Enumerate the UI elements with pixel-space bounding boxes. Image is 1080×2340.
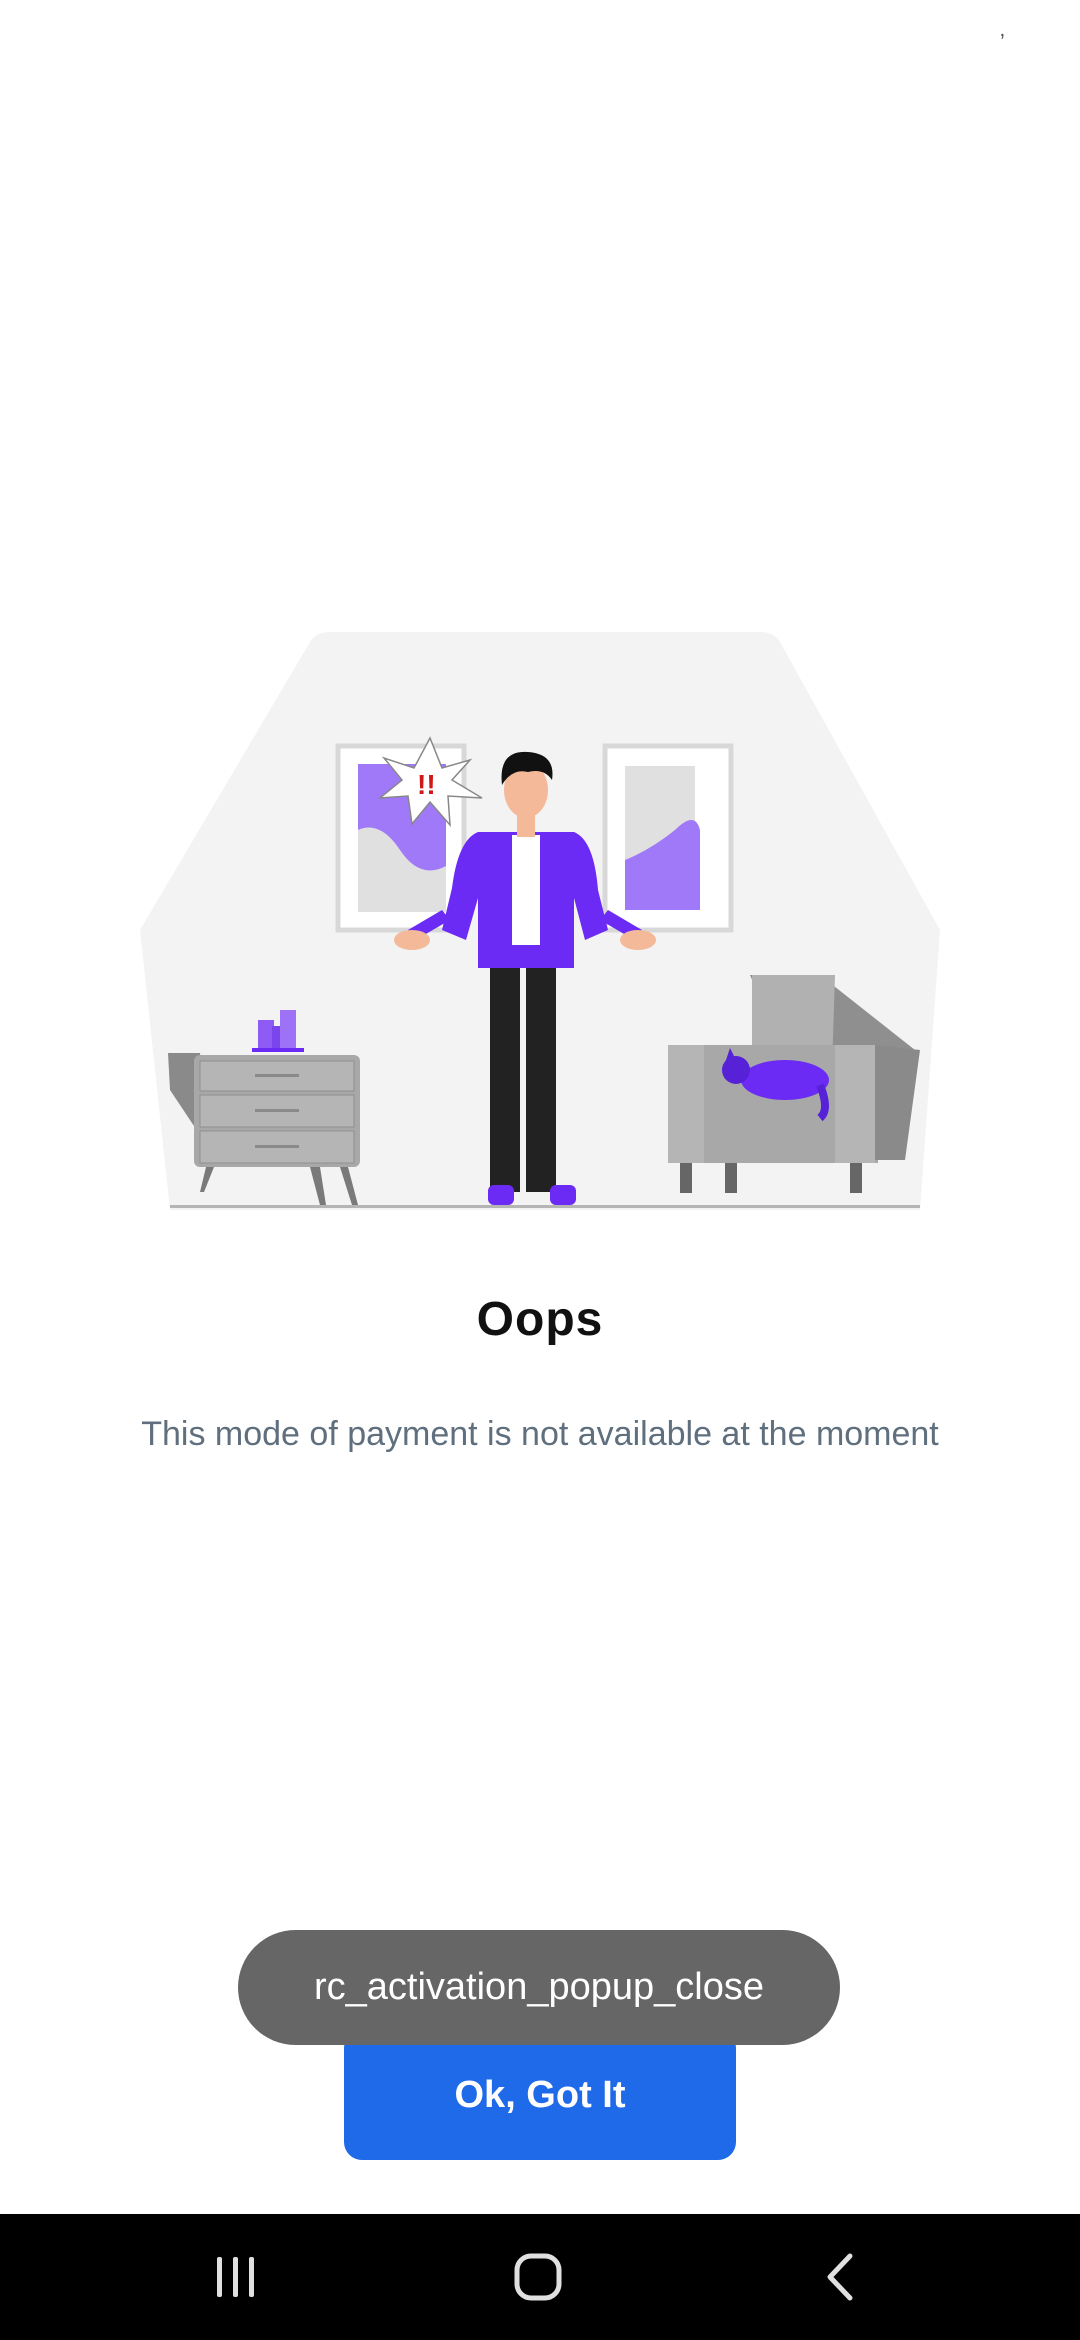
dialog-title: Oops (476, 1293, 604, 1346)
system-navigation-bar (0, 2214, 1080, 2340)
recents-button[interactable] (166, 2214, 306, 2340)
ok-got-it-button[interactable]: Ok, Got It (344, 2030, 736, 2160)
dialog-message: This mode of payment is not available at… (141, 1415, 939, 1453)
toast-text: rc_activation_popup_close (314, 1966, 764, 2008)
back-button[interactable] (770, 2214, 910, 2340)
status-indicator: ʼ (1000, 30, 1005, 55)
home-button[interactable] (468, 2214, 608, 2340)
svg-text:!!: !! (417, 769, 436, 800)
recents-icon (217, 2257, 254, 2297)
cat (741, 1060, 829, 1100)
toast-message: rc_activation_popup_close (238, 1930, 840, 2045)
home-icon (514, 2253, 562, 2301)
back-icon (827, 2253, 853, 2301)
oops-illustration: !! (140, 632, 940, 1210)
floor-line (170, 1205, 920, 1208)
